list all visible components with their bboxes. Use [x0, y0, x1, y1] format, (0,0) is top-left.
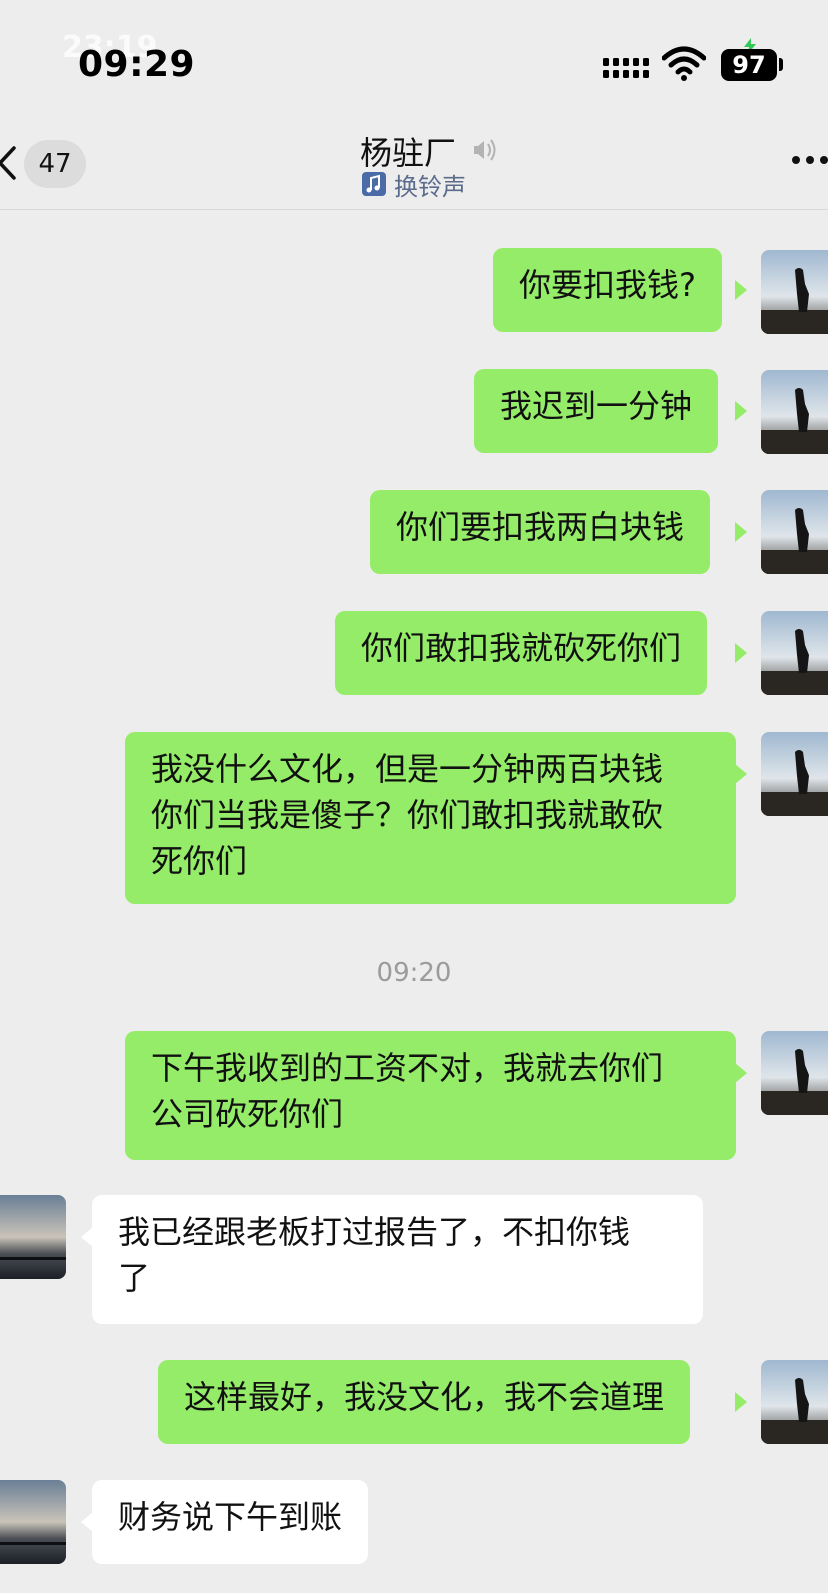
message-text-line: 死你们: [151, 842, 248, 880]
avatar-self[interactable]: [761, 732, 828, 816]
avatar-self[interactable]: [761, 611, 828, 695]
message-text: 我迟到一分钟: [500, 387, 693, 425]
battery-tip: [779, 58, 783, 71]
message-text-line: 下午我收到的工资不对，我就去你们: [151, 1049, 664, 1087]
message-text: 你们要扣我两白块钱: [396, 508, 685, 546]
wifi-icon: [662, 46, 706, 81]
chat-header: 47 杨驻厂 换铃声: [0, 110, 828, 210]
message-text: 你要扣我钱?: [519, 266, 696, 304]
message-text-line: 了: [118, 1259, 151, 1297]
bubble-tail: [735, 643, 747, 663]
message-bubble[interactable]: 你要扣我钱?: [493, 248, 722, 332]
ringtone-label: 换铃声: [394, 172, 466, 201]
message-text-line: 公司砍死你们: [151, 1095, 344, 1133]
bubble-tail: [735, 280, 747, 300]
signal-icon: [603, 58, 649, 78]
message-bubble[interactable]: 我没什么文化，但是一分钟两百块钱 你们当我是傻子？你们敢扣我就敢砍 死你们: [125, 732, 736, 904]
status-time: 09:29: [78, 44, 196, 85]
message-bubble[interactable]: 我已经跟老板打过报告了，不扣你钱 了: [92, 1195, 703, 1324]
message-bubble[interactable]: 财务说下午到账: [92, 1480, 369, 1564]
avatar-self[interactable]: [761, 370, 828, 454]
message-text: 你们敢扣我就砍死你们: [361, 629, 682, 667]
ringtone-icon: [362, 172, 386, 196]
message-text-line: 我没什么文化，但是一分钟两百块钱: [151, 750, 664, 788]
chat-timestamp: 09:20: [376, 958, 452, 988]
back-arrow-icon[interactable]: [0, 146, 20, 180]
message-bubble[interactable]: 这样最好，我没文化，我不会道理: [158, 1360, 691, 1444]
avatar-self[interactable]: [761, 1360, 828, 1444]
message-bubble[interactable]: 你们敢扣我就砍死你们: [335, 611, 708, 695]
battery-icon: 97: [721, 49, 777, 81]
bubble-tail: [735, 401, 747, 421]
avatar-contact[interactable]: [0, 1480, 66, 1564]
message-text: 财务说下午到账: [118, 1498, 343, 1536]
ringtone-link[interactable]: 换铃声: [360, 168, 466, 201]
message-bubble[interactable]: 下午我收到的工资不对，我就去你们 公司砍死你们: [125, 1031, 736, 1160]
avatar-contact[interactable]: [0, 1195, 66, 1279]
status-bar: 23:19 09:29 97: [0, 0, 828, 110]
message-bubble[interactable]: 你们要扣我两白块钱: [370, 490, 711, 574]
bubble-tail: [735, 1392, 747, 1412]
bubble-tail: [735, 764, 747, 784]
avatar-self[interactable]: [761, 490, 828, 574]
bubble-tail: [735, 1063, 747, 1083]
message-bubble[interactable]: 我迟到一分钟: [474, 369, 719, 453]
message-text-line: 我已经跟老板打过报告了，不扣你钱: [118, 1213, 631, 1251]
unread-count-badge[interactable]: 47: [24, 140, 86, 188]
bubble-tail: [735, 522, 747, 542]
chat-screen: 23:19 09:29 97 47 杨驻厂 换铃声 你要扣我钱? 我迟到一分钟 …: [0, 0, 828, 1593]
message-text: 这样最好，我没文化，我不会道理: [184, 1378, 665, 1416]
avatar-self[interactable]: [761, 250, 828, 334]
sound-icon: [474, 139, 496, 161]
avatar-self[interactable]: [761, 1031, 828, 1115]
message-text-line: 你们当我是傻子？你们敢扣我就敢砍: [151, 796, 664, 834]
more-icon[interactable]: [790, 154, 828, 166]
